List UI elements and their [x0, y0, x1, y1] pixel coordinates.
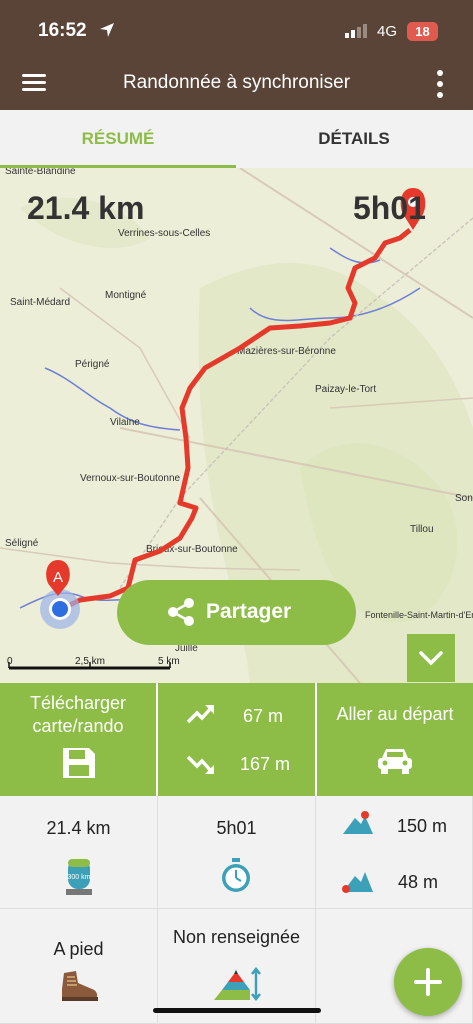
stat-altitude: 150 m 48 m	[316, 796, 473, 909]
more-options-icon[interactable]	[436, 70, 444, 98]
share-button[interactable]: Partager	[117, 580, 356, 645]
download-label-1: Télécharger	[29, 693, 127, 713]
place-label: Périgné	[75, 359, 110, 370]
go-to-start-button[interactable]: Aller au départ	[317, 683, 473, 796]
place-label: Vernoux-sur-Boutonne	[80, 473, 181, 484]
route-map[interactable]: Sainte-Blandine Verrines-sous-Celles Mon…	[0, 168, 473, 683]
place-label: Verrines-sous-Celles	[118, 228, 210, 239]
share-icon	[168, 598, 194, 626]
elevation-summary: 67 m 167 m	[158, 683, 315, 796]
stat-alt-max: 150 m	[396, 816, 448, 836]
chevron-down-icon	[419, 651, 443, 666]
place-label: Séligné	[5, 538, 39, 549]
place-label: Vilaine	[110, 417, 140, 428]
stat-alt-min: 48 m	[397, 872, 439, 892]
place-label: Sainte-Blandine	[5, 168, 76, 177]
download-label-2: carte/rando	[32, 716, 124, 736]
stat-distance: 21.4 km 300 km	[0, 796, 158, 909]
place-label: Tillou	[410, 524, 434, 535]
page-title: Randonnée à synchroniser	[122, 72, 351, 93]
place-label: Paizay-le-Tort	[315, 384, 376, 395]
go-start-label: Aller au départ	[336, 704, 454, 724]
home-indicator	[153, 1008, 321, 1013]
stopwatch-icon	[222, 858, 250, 892]
stat-distance-value: 21.4 km	[46, 818, 111, 838]
scale-label: 0	[7, 656, 13, 667]
descent-value: 167 m	[239, 754, 291, 774]
share-label: Partager	[206, 600, 292, 623]
place-label: Saint-Médard	[10, 297, 70, 308]
stat-activity-value: A pied	[53, 939, 104, 959]
difficulty-icon	[214, 966, 261, 1002]
stat-difficulty-value: Non renseignée	[172, 927, 301, 947]
trend-down-icon	[186, 755, 214, 774]
plus-icon	[414, 968, 442, 996]
tab-bar: RÉSUMÉ DÉTAILS	[0, 110, 473, 168]
map-duration: 5h01	[353, 190, 426, 226]
tab-details[interactable]: DÉTAILS	[236, 110, 472, 168]
collapse-button[interactable]	[407, 634, 455, 682]
stat-duration-value: 5h01	[216, 818, 257, 838]
save-icon	[63, 748, 95, 778]
place-label: Fontenille-Saint-Martin-d'Entraigues	[365, 610, 473, 620]
app-bar: Randonnée à synchroniser	[0, 56, 473, 110]
signal-icon	[345, 24, 367, 38]
stat-difficulty: Non renseignée	[158, 909, 316, 1024]
hiking-boot-icon	[62, 971, 98, 1001]
distance-badge-label: 300 km	[68, 874, 91, 881]
map-distance: 21.4 km	[27, 190, 145, 226]
action-row: Télécharger carte/rando 67 m 167 m Aller…	[0, 683, 473, 796]
download-map-button[interactable]: Télécharger carte/rando	[0, 683, 156, 796]
distance-marker-icon: 300 km	[66, 859, 92, 895]
ascent-value: 67 m	[242, 706, 284, 726]
place-label: Son	[455, 493, 473, 504]
add-button[interactable]	[394, 948, 462, 1016]
scale-label: 2,5 km	[75, 656, 106, 667]
place-label: Montigné	[105, 290, 147, 301]
altitude-min-icon	[342, 872, 373, 893]
network-type: 4G	[377, 23, 398, 40]
car-icon	[378, 749, 412, 774]
battery-icon: 18	[407, 22, 438, 41]
place-label: Mazières-sur-Béronne	[237, 346, 336, 357]
scale-label: 5 km	[158, 656, 180, 667]
location-arrow-icon	[100, 23, 114, 37]
status-time: 16:52	[38, 20, 87, 41]
trend-up-icon	[186, 705, 214, 724]
tab-resume[interactable]: RÉSUMÉ	[0, 110, 236, 168]
stat-activity: A pied	[0, 909, 158, 1024]
stat-duration: 5h01	[158, 796, 316, 909]
altitude-max-icon	[343, 811, 373, 834]
start-marker-label: A	[53, 569, 63, 586]
status-bar: 16:52 4G 18	[0, 0, 473, 56]
